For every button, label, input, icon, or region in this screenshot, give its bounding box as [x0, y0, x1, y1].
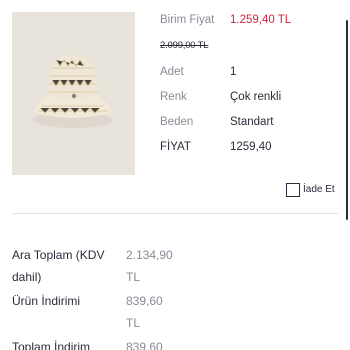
discount-value: 839,60 — [126, 294, 163, 308]
subtotal-label-line1: Ara Toplam (KDV — [12, 248, 105, 262]
total-discount-value: 839,60 — [126, 340, 163, 350]
divider — [12, 213, 338, 214]
subtotal-label-line2: dahil) — [12, 270, 42, 284]
discount-currency: TL — [126, 316, 141, 330]
subtotal-value: 2.134,90 — [126, 248, 173, 262]
price-label: FİYAT — [160, 141, 191, 153]
unit-price-value: 1.259,40 TL — [230, 14, 292, 26]
return-label[interactable]: İade Et — [303, 184, 335, 195]
price-value: 1259,40 — [230, 141, 272, 153]
subtotal-currency: TL — [126, 270, 141, 284]
color-label: Renk — [160, 91, 187, 103]
discount-label: Ürün İndirimi — [12, 294, 81, 308]
bucket-hat-illustration — [12, 12, 135, 175]
total-discount-label: Toplam İndirim — [12, 340, 91, 350]
size-label: Beden — [160, 116, 194, 128]
scrollbar[interactable] — [346, 20, 348, 220]
return-checkbox[interactable] — [286, 183, 300, 197]
product-image[interactable] — [12, 12, 135, 175]
quantity-label: Adet — [160, 66, 184, 78]
unit-price-label: Birim Fiyat — [160, 14, 215, 26]
color-value: Çok renkli — [230, 91, 282, 103]
size-value: Standart — [230, 116, 274, 128]
quantity-value: 1 — [230, 66, 237, 78]
old-price: 2.099,00 TL — [160, 40, 209, 51]
